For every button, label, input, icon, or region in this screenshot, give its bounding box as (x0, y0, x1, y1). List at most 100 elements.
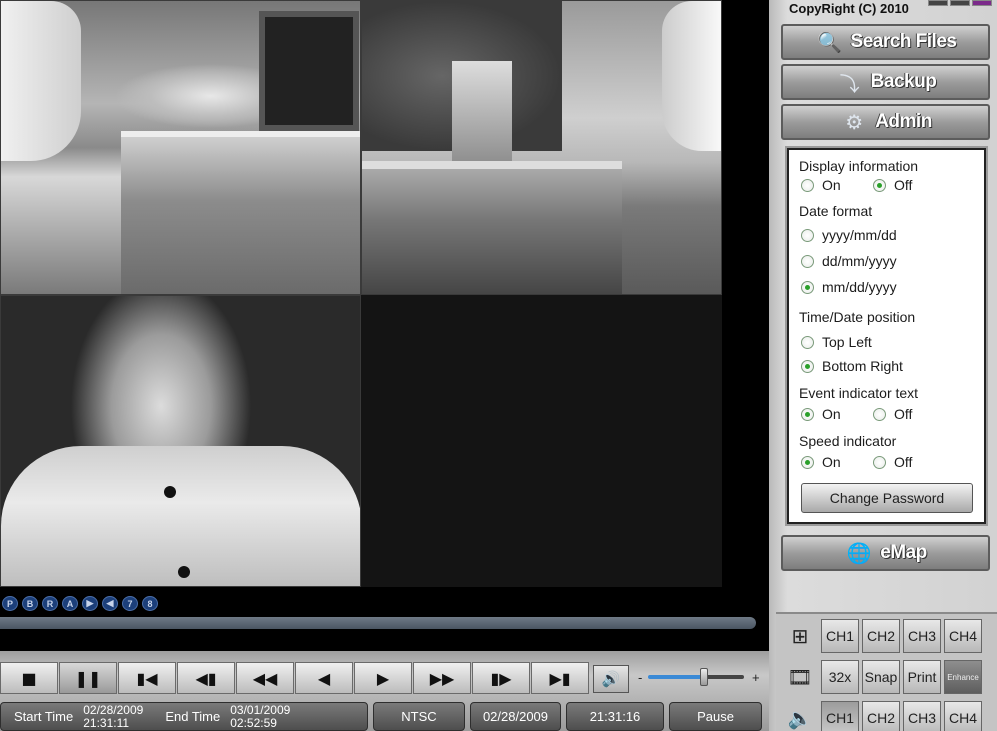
time-range-box: Start Time 02/28/2009 21:31:11 End Time … (0, 702, 368, 731)
stop-button[interactable]: ■ (0, 662, 58, 694)
option-label: dd/mm/yyyy (822, 253, 897, 269)
window-controls (928, 0, 992, 6)
channel-1-button[interactable]: CH1 (821, 619, 859, 653)
previous-segment-button[interactable]: ▮◀ (118, 662, 176, 694)
audio-channel-1-button[interactable]: CH1 (821, 701, 859, 731)
radio-icon[interactable] (801, 335, 814, 349)
speed-32x-button[interactable]: 32x (821, 660, 859, 694)
close-button[interactable] (972, 0, 992, 6)
camera-2-object (452, 61, 512, 171)
print-button[interactable]: Print (903, 660, 941, 694)
camera-view-2[interactable] (361, 0, 722, 295)
minimize-button[interactable] (928, 0, 948, 6)
volume-slider[interactable] (648, 675, 744, 679)
video-quad-view[interactable] (0, 0, 722, 587)
camera-view-1[interactable] (0, 0, 361, 295)
date-format-option[interactable]: mm/dd/yyyy (801, 279, 897, 295)
end-time: 02:52:59 (230, 715, 277, 730)
quad-layout-icon[interactable]: ⊞ (782, 619, 818, 653)
radio-icon[interactable] (873, 407, 886, 421)
radio-icon[interactable] (801, 254, 814, 268)
end-time-label: End Time (165, 709, 221, 724)
current-date-status: 02/28/2009 (470, 702, 561, 731)
video-format-status: NTSC (373, 702, 465, 731)
fast-forward-button[interactable]: ▶▶ (413, 662, 471, 694)
date-format-option[interactable]: yyyy/mm/dd (801, 227, 897, 243)
radio-selected-icon[interactable] (801, 455, 814, 469)
step-back-button[interactable]: ◀▮ (177, 662, 235, 694)
emap-button[interactable]: 🌐 eMap (781, 535, 990, 571)
camera-2-dresser (362, 161, 622, 294)
channel-row-1: ⊞ CH1 CH2 CH3 CH4 (782, 619, 982, 653)
radio-selected-icon[interactable] (801, 280, 814, 294)
start-time-label: Start Time (14, 709, 74, 724)
start-time: 21:31:11 (83, 715, 130, 730)
dvr-player-window: P B R A ▶ ◀ 7 8 ■ ❚❚ ▮◀ ◀▮ ◀◀ ◀ ▶ ▶▶ ▮▶ … (0, 0, 997, 731)
date-format-heading: Date format (799, 203, 873, 219)
channel-2-button[interactable]: CH2 (862, 619, 900, 653)
search-files-button[interactable]: 🔍 Search Files (781, 24, 990, 60)
speed-indicator-off-option[interactable]: Off (873, 454, 912, 470)
event-indicator-on-option[interactable]: On (801, 406, 841, 422)
camera-1-arm (1, 1, 81, 161)
time-date-position-heading: Time/Date position (799, 309, 916, 325)
speaker-icon[interactable]: 🔊 (593, 665, 629, 693)
backup-label: Backup (870, 71, 937, 92)
date-format-option[interactable]: dd/mm/yyyy (801, 253, 897, 269)
volume-slider-handle[interactable] (700, 668, 708, 686)
audio-channel-3-button[interactable]: CH3 (903, 701, 941, 731)
option-label: Off (894, 454, 913, 470)
radio-selected-icon[interactable] (801, 359, 814, 373)
indicator-icon: A (62, 596, 78, 611)
backup-button[interactable]: ⤵ Backup (781, 64, 990, 100)
camera-view-3[interactable] (0, 295, 361, 587)
option-label: On (822, 177, 841, 193)
status-bar: Start Time 02/28/2009 21:31:11 End Time … (0, 702, 767, 731)
enhance-button[interactable]: Enhance (944, 660, 982, 694)
play-reverse-button[interactable]: ◀ (295, 662, 353, 694)
rewind-button[interactable]: ◀◀ (236, 662, 294, 694)
audio-channel-4-button[interactable]: CH4 (944, 701, 982, 731)
admin-icon: ⚙ (845, 111, 864, 134)
indicator-icon: ▶ (82, 596, 98, 611)
audio-channel-2-button[interactable]: CH2 (862, 701, 900, 731)
radio-icon[interactable] (801, 228, 814, 242)
channel-3-button[interactable]: CH3 (903, 619, 941, 653)
channel-row-2: 🎞 32x Snap Print Enhance (782, 660, 982, 694)
event-indicator-off-option[interactable]: Off (873, 406, 912, 422)
option-label: On (822, 454, 841, 470)
display-info-heading: Display information (799, 158, 919, 174)
change-password-button[interactable]: Change Password (801, 483, 973, 513)
display-info-on-option[interactable]: On (801, 177, 841, 193)
pause-button[interactable]: ❚❚ (59, 662, 117, 694)
speaker-icon[interactable]: 🔈 (782, 701, 818, 731)
timeline-progress-bar[interactable] (0, 617, 756, 629)
radio-selected-icon[interactable] (873, 178, 886, 192)
speed-indicator-heading: Speed indicator (799, 433, 897, 449)
channel-indicator-row: P B R A ▶ ◀ 7 8 (2, 596, 158, 611)
next-segment-button[interactable]: ▶▮ (531, 662, 589, 694)
position-option[interactable]: Bottom Right (801, 358, 903, 374)
snap-button[interactable]: Snap (862, 660, 900, 694)
indicator-icon: P (2, 596, 18, 611)
camera-view-4[interactable] (361, 295, 722, 587)
play-button[interactable]: ▶ (354, 662, 412, 694)
search-files-label: Search Files (850, 31, 957, 52)
playback-buttons: ■ ❚❚ ▮◀ ◀▮ ◀◀ ◀ ▶ ▶▶ ▮▶ ▶▮ (0, 662, 590, 694)
start-date: 02/28/2009 (83, 702, 144, 717)
radio-selected-icon[interactable] (801, 407, 814, 421)
radio-icon[interactable] (873, 455, 886, 469)
maximize-button[interactable] (950, 0, 970, 6)
step-forward-button[interactable]: ▮▶ (472, 662, 530, 694)
film-strip-icon[interactable]: 🎞 (782, 660, 818, 694)
channel-4-button[interactable]: CH4 (944, 619, 982, 653)
admin-settings-panel: Display information On Off Date format y… (785, 146, 988, 526)
speed-indicator-on-option[interactable]: On (801, 454, 841, 470)
display-info-off-option[interactable]: Off (873, 177, 912, 193)
indicator-icon: B (22, 596, 38, 611)
position-option[interactable]: Top Left (801, 334, 872, 350)
emap-label: eMap (880, 542, 927, 563)
admin-button[interactable]: ⚙ Admin (781, 104, 990, 140)
volume-minus-label: - (638, 670, 643, 685)
radio-icon[interactable] (801, 178, 814, 192)
